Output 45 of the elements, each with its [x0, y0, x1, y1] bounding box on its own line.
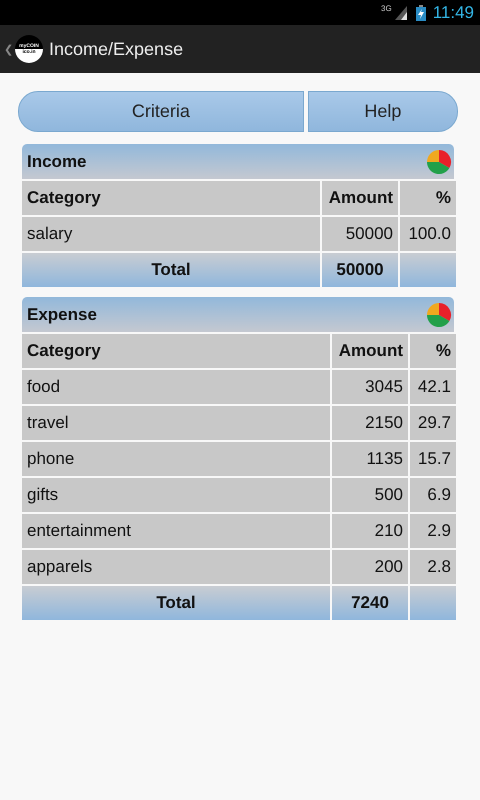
- table-cell: travel: [22, 406, 330, 440]
- total-amount: 50000: [322, 253, 398, 287]
- status-time: 11:49: [432, 2, 474, 22]
- total-cell: [400, 253, 456, 287]
- network-type: 3G: [381, 4, 392, 13]
- column-header: Category: [22, 334, 330, 368]
- table-cell: phone: [22, 442, 330, 476]
- table-cell: 42.1: [410, 370, 456, 404]
- total-label: Total: [22, 253, 320, 287]
- total-amount: 7240: [332, 586, 408, 620]
- table-cell: 29.7: [410, 406, 456, 440]
- table-cell: 210: [332, 514, 408, 548]
- table-cell: 1135: [332, 442, 408, 476]
- table-cell: salary: [22, 217, 320, 251]
- column-header: Amount: [322, 181, 398, 215]
- table-cell: 2.9: [410, 514, 456, 548]
- table-cell: 200: [332, 550, 408, 584]
- table-cell: entertainment: [22, 514, 330, 548]
- table-cell: 2.8: [410, 550, 456, 584]
- column-header: Category: [22, 181, 320, 215]
- pie-chart-icon[interactable]: [426, 148, 452, 174]
- table-cell: 3045: [332, 370, 408, 404]
- table-cell: gifts: [22, 478, 330, 512]
- column-header: %: [410, 334, 456, 368]
- table-cell: 2150: [332, 406, 408, 440]
- battery-charging-icon: [416, 4, 426, 20]
- table-cell: food: [22, 370, 330, 404]
- pie-chart-icon[interactable]: [426, 302, 452, 328]
- screen-title: Income/Expense: [49, 38, 184, 60]
- column-header: Amount: [332, 334, 408, 368]
- table-cell: 100.0: [400, 217, 456, 251]
- column-header: %: [400, 181, 456, 215]
- table-cell: 50000: [322, 217, 398, 251]
- section-title: Income: [27, 152, 87, 172]
- signal-icon: [394, 6, 407, 20]
- table-cell: 15.7: [410, 442, 456, 476]
- back-caret[interactable]: ❮: [4, 42, 13, 56]
- total-cell: [410, 586, 456, 620]
- table-cell: 6.9: [410, 478, 456, 512]
- total-label: Total: [22, 586, 330, 620]
- table-cell: apparels: [22, 550, 330, 584]
- tab-button[interactable]: Criteria: [18, 91, 304, 132]
- section-title: Expense: [27, 304, 97, 324]
- table-cell: 500: [332, 478, 408, 512]
- tab-button[interactable]: Help: [308, 91, 458, 132]
